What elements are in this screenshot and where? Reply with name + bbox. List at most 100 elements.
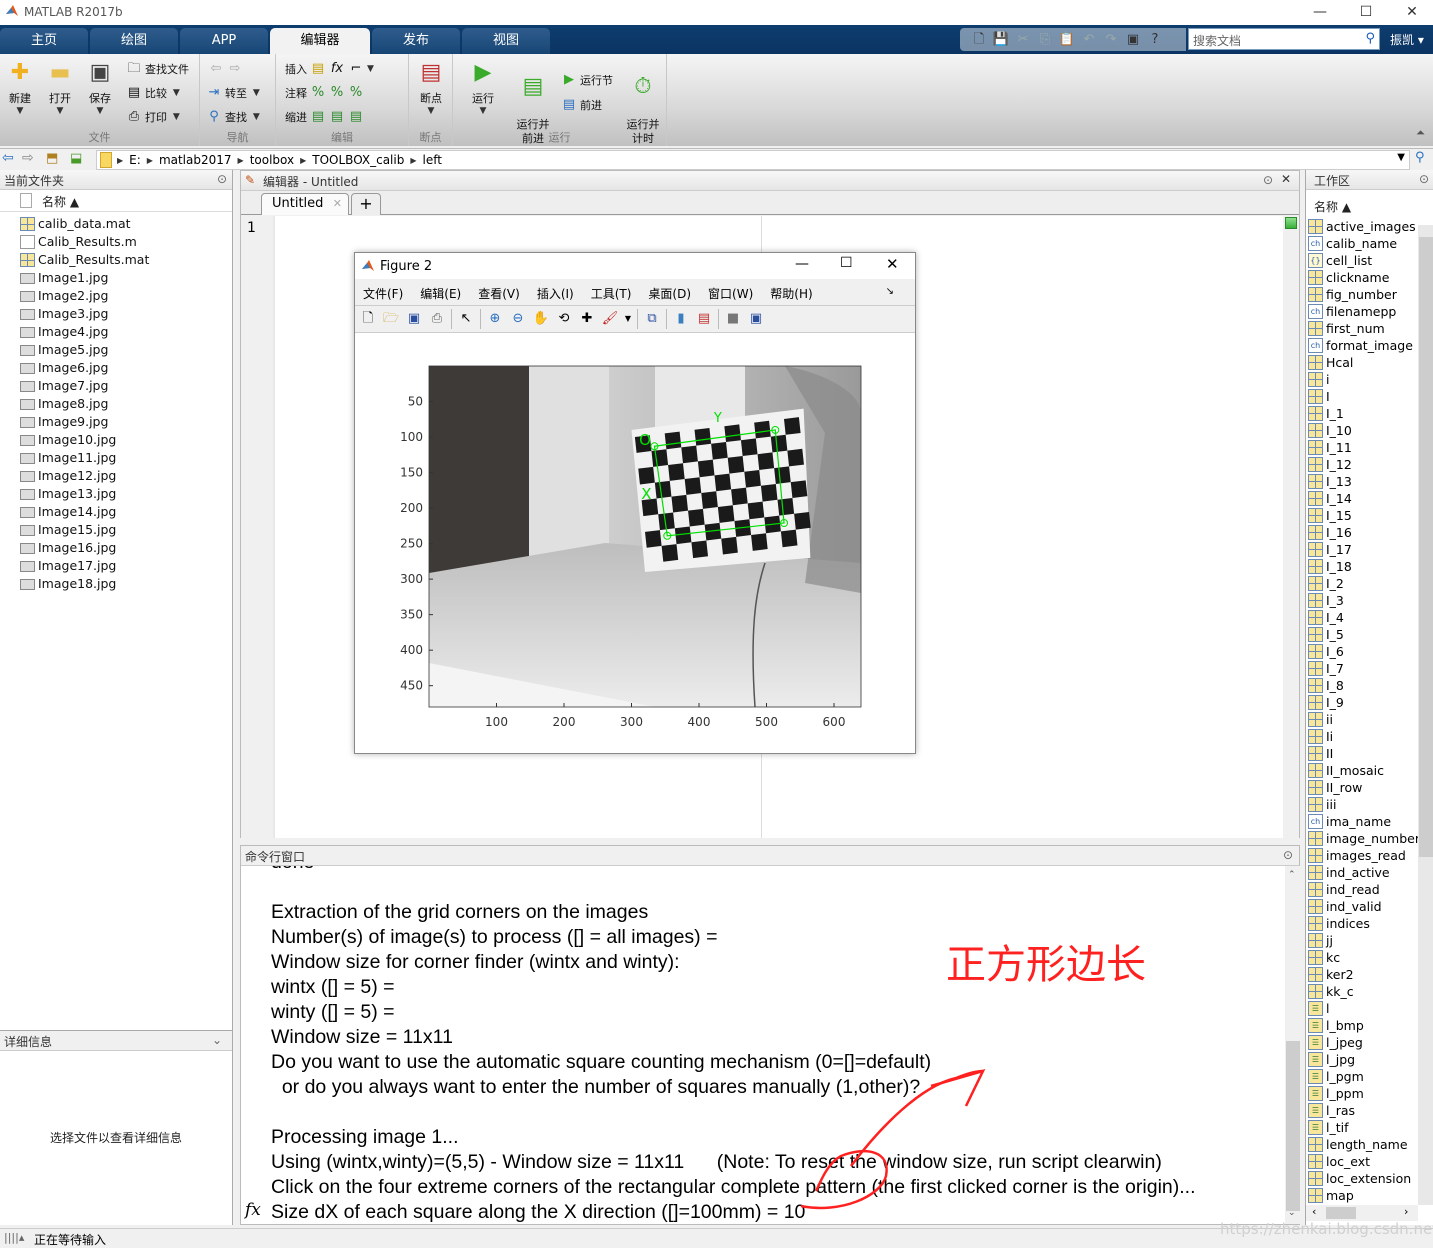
code-analyzer-status-icon[interactable]: [1285, 217, 1297, 229]
workspace-variable[interactable]: first_num: [1306, 320, 1433, 337]
file-item[interactable]: Image10.jpg: [0, 431, 232, 449]
new-figure-icon[interactable]: 🗋: [359, 310, 377, 328]
workspace-variable[interactable]: I_10: [1306, 422, 1433, 439]
save-icon[interactable]: 💾: [992, 31, 1010, 49]
figure-minimize-button[interactable]: —: [795, 256, 809, 272]
back-icon[interactable]: ⇦: [2, 150, 14, 166]
workspace-variable[interactable]: I_7: [1306, 660, 1433, 677]
breadcrumb-item[interactable]: matlab2017: [159, 153, 232, 167]
compare-button[interactable]: ▤ 比较 ▼: [126, 85, 180, 101]
workspace-variable[interactable]: ker2: [1306, 966, 1433, 983]
up-folder-icon[interactable]: ⬒: [46, 151, 58, 166]
maximize-button[interactable]: ☐: [1343, 0, 1389, 25]
data-cursor-icon[interactable]: ✚: [578, 310, 596, 328]
panel-menu-icon[interactable]: ⊙: [1263, 173, 1273, 187]
breadcrumb-item[interactable]: TOOLBOX_calib: [312, 153, 404, 167]
user-menu[interactable]: 振凯 ▾: [1390, 31, 1424, 48]
save-figure-icon[interactable]: ▣: [405, 310, 423, 328]
editor-scrollbar[interactable]: [1283, 216, 1299, 838]
workspace-variable[interactable]: ch calib_name: [1306, 235, 1433, 252]
workspace-variable[interactable]: ind_active: [1306, 864, 1433, 881]
pan-hand-icon[interactable]: ✋: [532, 310, 550, 328]
file-item[interactable]: Image17.jpg: [0, 557, 232, 575]
close-icon[interactable]: ✕: [1281, 172, 1291, 186]
undo-icon[interactable]: ↶: [1080, 31, 1098, 49]
details-header[interactable]: 详细信息 ⌄: [0, 1031, 232, 1051]
file-item[interactable]: calib_data.mat: [0, 215, 232, 233]
run-button[interactable]: ▶ 运行 ▼: [467, 60, 499, 116]
search-icon[interactable]: ⚲: [1365, 31, 1375, 46]
workspace-variable[interactable]: Hcal: [1306, 354, 1433, 371]
workspace-variable[interactable]: length_name: [1306, 1136, 1433, 1153]
colorbar-icon[interactable]: ▮: [672, 310, 690, 328]
scroll-thumb[interactable]: [1419, 237, 1433, 857]
file-item[interactable]: Image13.jpg: [0, 485, 232, 503]
save-button[interactable]: ▣ 保存 ▼: [86, 60, 114, 116]
workspace-variable[interactable]: ☰ l_bmp: [1306, 1017, 1433, 1034]
minimize-button[interactable]: —: [1297, 0, 1343, 25]
find-files-button[interactable]: 🗀 查找文件: [126, 61, 189, 77]
panel-menu-icon[interactable]: ⊙: [217, 172, 227, 186]
print-figure-icon[interactable]: ⎙: [428, 310, 446, 328]
breadcrumb-item[interactable]: left: [422, 153, 441, 167]
current-folder-path[interactable]: ▶ E: ▶ matlab2017 ▶ toolbox ▶ TOOLBOX_calib …: [96, 150, 1410, 170]
new-tab-button[interactable]: +: [351, 193, 381, 215]
copy-icon[interactable]: ⎘: [1036, 31, 1054, 49]
workspace-variable[interactable]: image_numbers: [1306, 830, 1433, 847]
file-item[interactable]: Calib_Results.mat: [0, 251, 232, 269]
open-file-icon[interactable]: 🗁: [382, 310, 400, 328]
path-dropdown-icon[interactable]: ▼: [1397, 152, 1405, 163]
menu-tools[interactable]: 工具(T): [591, 285, 632, 304]
workspace-hscrollbar[interactable]: ‹ ›: [1306, 1205, 1418, 1221]
workspace-variable[interactable]: kk_c: [1306, 983, 1433, 1000]
workspace-variable[interactable]: I_4: [1306, 609, 1433, 626]
workspace-variable[interactable]: I_11: [1306, 439, 1433, 456]
advance-button[interactable]: ▤ 前进: [561, 97, 602, 113]
close-button[interactable]: ✕: [1389, 0, 1433, 25]
workspace-variable[interactable]: II_row: [1306, 779, 1433, 796]
tab-editor[interactable]: 编辑器: [270, 28, 370, 54]
cut-icon[interactable]: ✂: [1014, 31, 1032, 49]
workspace-variable[interactable]: loc_ext: [1306, 1153, 1433, 1170]
breakpoints-button[interactable]: ▤ 断点 ▼: [417, 60, 445, 116]
rotate-3d-icon[interactable]: ⟲: [555, 310, 573, 328]
workspace-variable[interactable]: ☰ l_tif: [1306, 1119, 1433, 1136]
hscroll-thumb[interactable]: [1326, 1207, 1356, 1219]
status-grip-icon[interactable]: ||||▴: [4, 1231, 24, 1244]
help-icon[interactable]: ?: [1146, 31, 1164, 49]
menu-view[interactable]: 查看(V): [478, 285, 520, 304]
file-item[interactable]: Image7.jpg: [0, 377, 232, 395]
close-tab-icon[interactable]: ✕: [333, 197, 342, 210]
open-button[interactable]: ▬ 打开 ▼: [46, 60, 74, 116]
file-item[interactable]: Image11.jpg: [0, 449, 232, 467]
file-item[interactable]: Image6.jpg: [0, 359, 232, 377]
tab-view[interactable]: 视图: [462, 28, 550, 54]
workspace-variable[interactable]: ch filenamepp: [1306, 303, 1433, 320]
indent-button[interactable]: 缩进 ▤ ▤ ▤: [285, 109, 364, 125]
workspace-variable[interactable]: kc: [1306, 949, 1433, 966]
workspace-variable[interactable]: I_13: [1306, 473, 1433, 490]
menu-edit[interactable]: 编辑(E): [420, 285, 461, 304]
dock-icon[interactable]: ↘: [886, 286, 894, 297]
workspace-variable[interactable]: ☰ l_jpeg: [1306, 1034, 1433, 1051]
workspace-variable[interactable]: ii: [1306, 711, 1433, 728]
workspace-variable[interactable]: I_9: [1306, 694, 1433, 711]
file-item[interactable]: Image15.jpg: [0, 521, 232, 539]
menu-help[interactable]: 帮助(H): [770, 285, 812, 304]
link-plot-icon[interactable]: ⧉: [643, 310, 661, 328]
workspace-variable[interactable]: I_2: [1306, 575, 1433, 592]
file-item[interactable]: Image2.jpg: [0, 287, 232, 305]
tab-apps[interactable]: APP: [180, 28, 268, 54]
chevron-down-icon[interactable]: ⌄: [212, 1033, 222, 1047]
zoom-out-icon[interactable]: ⊖: [509, 310, 527, 328]
workspace-variable[interactable]: ☰ l_ppm: [1306, 1085, 1433, 1102]
new-file-icon[interactable]: 🗋: [970, 31, 988, 49]
workspace-variable[interactable]: loc_extension: [1306, 1170, 1433, 1187]
workspace-variable[interactable]: I_3: [1306, 592, 1433, 609]
workspace-variable[interactable]: I_14: [1306, 490, 1433, 507]
workspace-variable[interactable]: ☰ l_jpg: [1306, 1051, 1433, 1068]
file-item[interactable]: Image3.jpg: [0, 305, 232, 323]
workspace-variable[interactable]: I_12: [1306, 456, 1433, 473]
name-column-header[interactable]: 名称 ▲: [0, 190, 232, 212]
breadcrumb-item[interactable]: toolbox: [250, 153, 294, 167]
